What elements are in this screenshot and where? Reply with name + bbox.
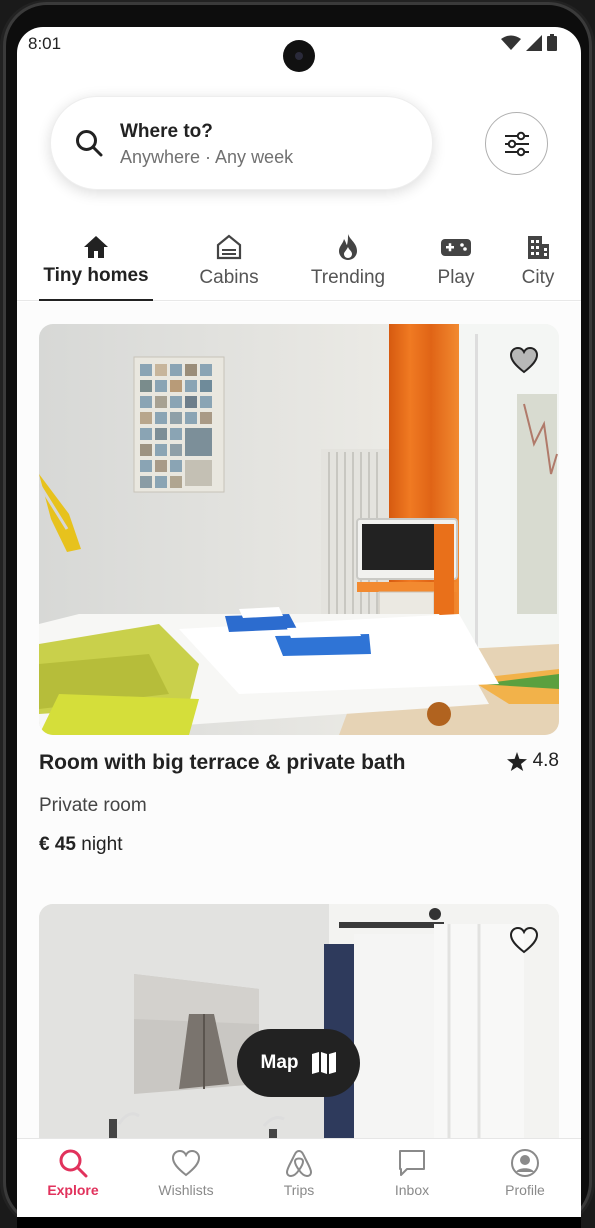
app-screen: 8:01 Where to? Anywhere · Any week Tiny … <box>17 27 581 1217</box>
room-photo-illustration <box>39 324 559 735</box>
listing-rating: 4.8 <box>506 750 559 772</box>
tab-inbox[interactable]: Inbox <box>356 1139 468 1217</box>
airbnb-logo-icon <box>285 1149 313 1178</box>
wifi-icon <box>501 35 521 50</box>
tab-wishlists[interactable]: Wishlists <box>130 1139 242 1217</box>
listing-photo[interactable] <box>39 904 559 1138</box>
category-label: Tiny homes <box>43 265 149 286</box>
status-time: 8:01 <box>28 34 62 53</box>
status-bar: 8:01 <box>17 27 581 72</box>
map-icon <box>311 1052 336 1074</box>
category-label: City <box>521 267 555 288</box>
front-camera <box>283 40 315 72</box>
search-icon <box>59 1149 88 1178</box>
category-cabins[interactable]: Cabins <box>185 227 273 301</box>
listing-type: Private room <box>39 795 147 816</box>
star-icon <box>506 751 527 771</box>
rating-value: 4.8 <box>532 750 559 771</box>
tab-label: Profile <box>505 1182 545 1198</box>
heart-icon <box>171 1149 201 1177</box>
category-play[interactable]: Play <box>427 227 485 301</box>
search-icon <box>76 130 103 157</box>
cabin-icon <box>216 234 242 260</box>
tab-label: Explore <box>47 1182 99 1198</box>
search-title: Where to? <box>120 121 213 142</box>
home-icon <box>84 236 108 258</box>
listing-title[interactable]: Room with big terrace & private bath <box>39 751 405 775</box>
map-button[interactable]: Map <box>237 1029 360 1097</box>
favorite-heart-icon[interactable] <box>509 346 539 374</box>
signal-icon <box>526 34 542 51</box>
profile-icon <box>511 1149 539 1177</box>
price-amount: € 45 <box>39 834 76 855</box>
listing-photo[interactable] <box>39 324 559 735</box>
listings-feed[interactable]: Room with big terrace & private bath 4.8… <box>17 302 581 1138</box>
category-label: Play <box>437 267 475 288</box>
bottom-tab-bar: Explore Wishlists Trips Inbox Profile <box>17 1138 581 1217</box>
category-label: Cabins <box>199 267 259 288</box>
category-trending[interactable]: Trending <box>301 227 395 301</box>
tab-label: Inbox <box>394 1182 430 1198</box>
filters-button[interactable] <box>485 112 548 175</box>
category-label: Trending <box>310 267 386 288</box>
system-bottom-bar <box>17 1217 581 1228</box>
filters-icon <box>505 131 529 157</box>
room-photo-illustration <box>39 904 559 1138</box>
tab-label: Trips <box>283 1182 315 1198</box>
tab-profile[interactable]: Profile <box>469 1139 581 1217</box>
tab-explore[interactable]: Explore <box>17 1139 129 1217</box>
status-icons <box>501 34 557 51</box>
message-icon <box>399 1150 425 1176</box>
category-city[interactable]: City <box>513 227 563 301</box>
tab-trips[interactable]: Trips <box>243 1139 355 1217</box>
listing-price: € 45 night <box>39 834 122 856</box>
city-icon <box>528 236 549 259</box>
fire-icon <box>339 234 357 260</box>
map-button-label: Map <box>260 1052 299 1073</box>
tab-label: Wishlists <box>158 1182 214 1198</box>
category-tiny-homes[interactable]: Tiny homes <box>39 227 153 301</box>
favorite-heart-icon[interactable] <box>509 926 539 954</box>
search-bar[interactable]: Where to? Anywhere · Any week <box>50 96 433 190</box>
battery-icon <box>547 34 557 51</box>
price-unit: night <box>81 834 123 855</box>
category-bar: Tiny homes Cabins Trending Play City <box>17 227 581 301</box>
search-subtitle: Anywhere · Any week <box>120 147 294 167</box>
gamepad-icon <box>441 239 471 256</box>
